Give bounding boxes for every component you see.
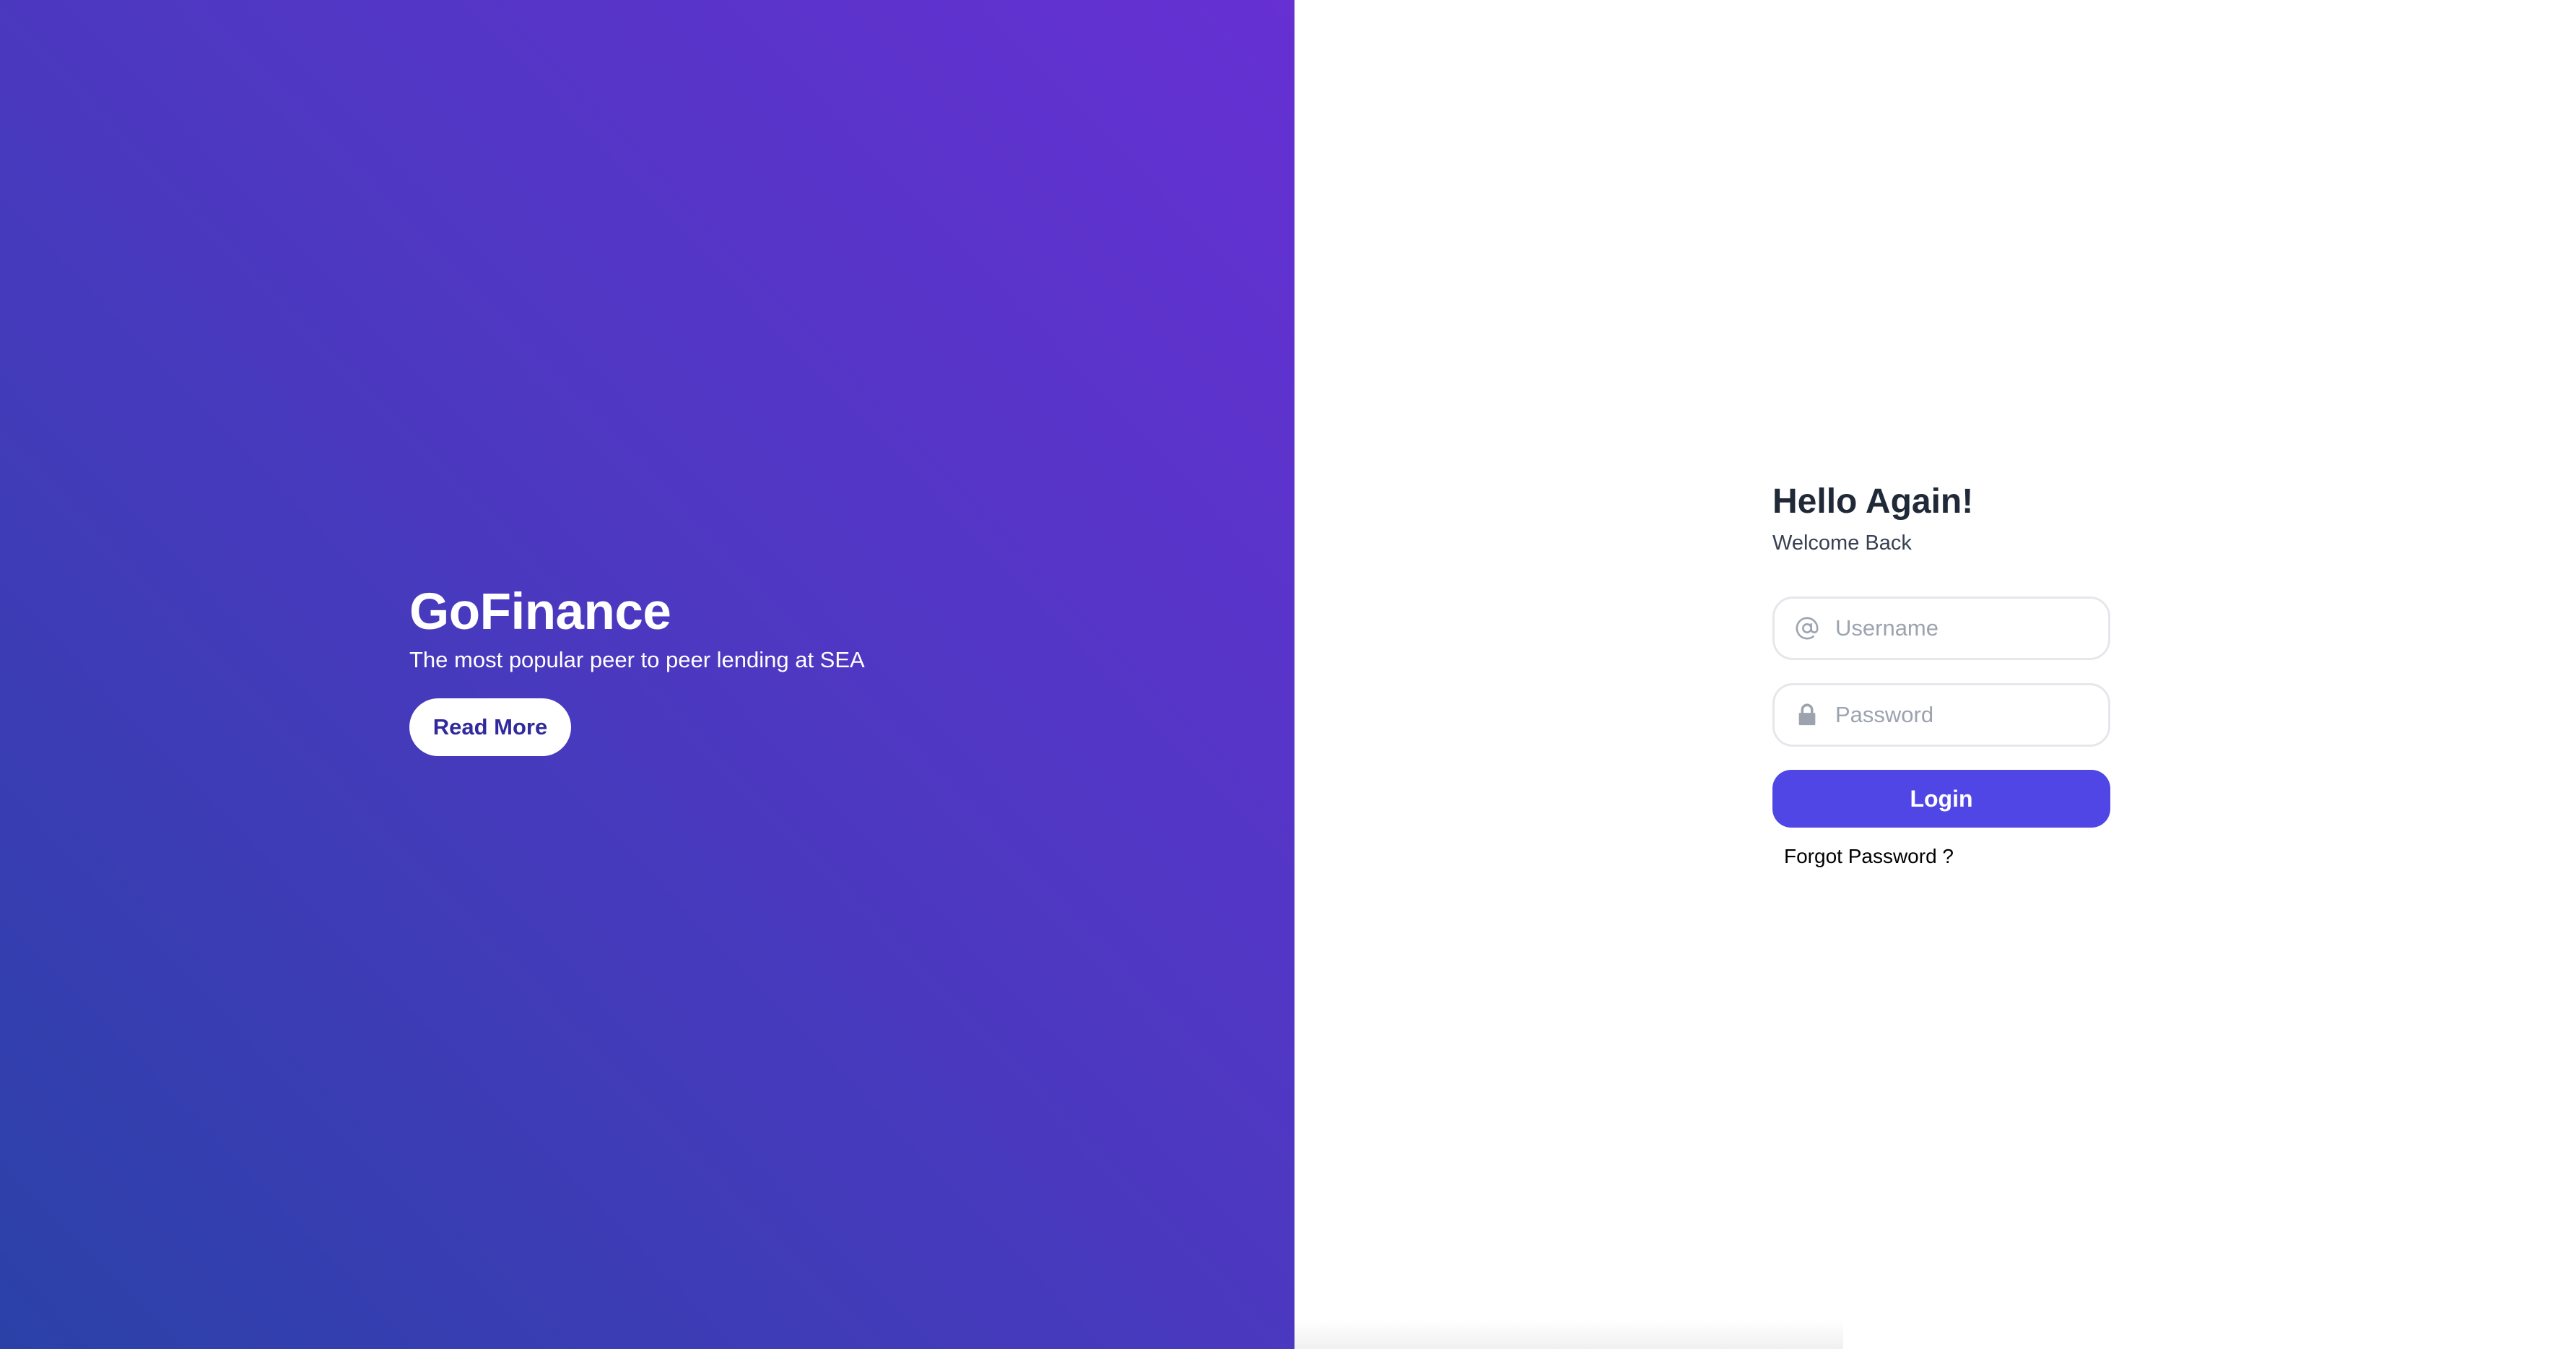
username-input[interactable] xyxy=(1834,615,2125,642)
hero-panel: GoFinance The most popular peer to peer … xyxy=(0,0,1294,1349)
login-page: GoFinance The most popular peer to peer … xyxy=(0,0,2576,1349)
lock-icon xyxy=(1795,703,1819,727)
password-field[interactable] xyxy=(1772,683,2125,747)
brand-tagline: The most popular peer to peer lending at… xyxy=(409,647,865,672)
login-form: Hello Again! Welcome Back Username Login… xyxy=(1772,477,2125,868)
login-subheading: Welcome Back xyxy=(1772,532,1912,555)
login-panel: Hello Again! Welcome Back Username Login… xyxy=(1294,0,2576,1349)
hero-content: GoFinance The most popular peer to peer … xyxy=(409,581,1059,756)
forgot-password-link[interactable]: Forgot Password ? xyxy=(1784,845,1954,868)
read-more-button[interactable]: Read More xyxy=(409,698,571,756)
password-input[interactable] xyxy=(1834,701,2125,729)
login-heading: Hello Again! xyxy=(1772,482,1974,521)
at-sign-icon xyxy=(1795,616,1819,641)
login-button[interactable]: Login xyxy=(1772,770,2110,828)
username-field[interactable] xyxy=(1772,597,2125,660)
brand-title: GoFinance xyxy=(409,584,671,641)
